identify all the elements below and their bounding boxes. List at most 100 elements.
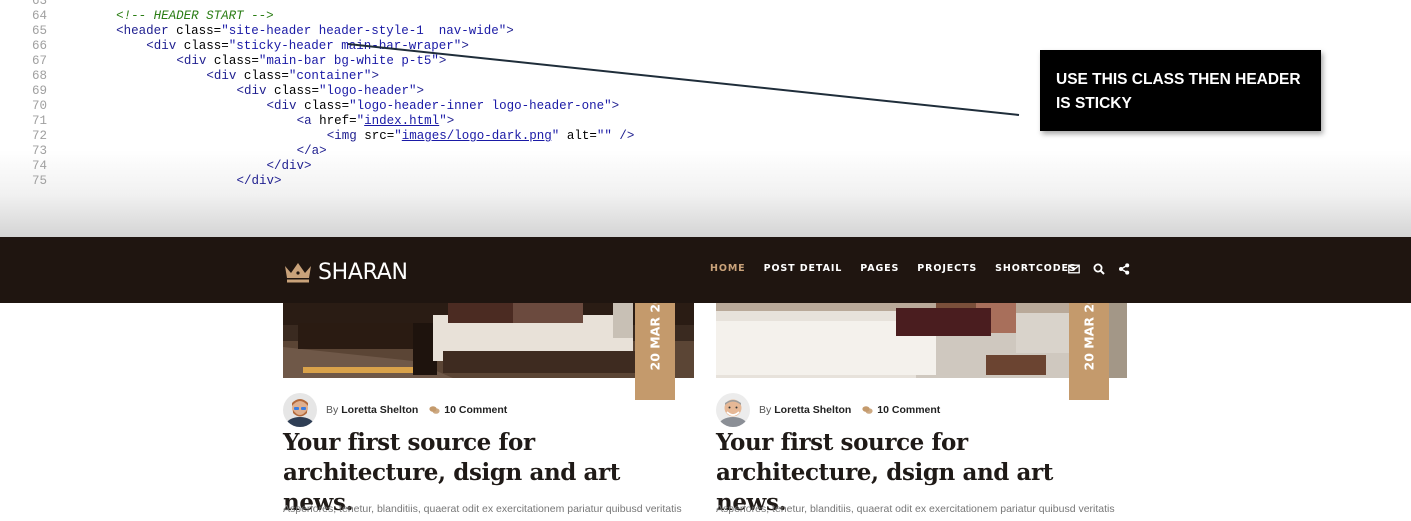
line-number: 64 [31, 9, 47, 23]
post-meta: By Loretta Shelton 10 Comment [283, 392, 507, 428]
code-text: <div class="main-bar bg-white p-t5"> [176, 54, 446, 69]
code-token: <div [206, 69, 244, 83]
code-text: </div> [267, 159, 312, 174]
line-number: 68 [31, 69, 47, 83]
crown-icon [285, 263, 311, 283]
code-token: > [416, 84, 425, 98]
code-token: <div [266, 99, 305, 113]
code-line: 67 <div class="main-bar bg-white p-t5"> [0, 54, 1000, 69]
by-label: By [759, 404, 772, 416]
nav-item-home[interactable]: HOME [710, 263, 746, 274]
code-token: "logo-header-inner logo-header-one" [349, 99, 612, 113]
code-token: "" [596, 129, 612, 143]
post-image[interactable] [283, 303, 694, 378]
code-line: 71 <a href="index.html"> [0, 114, 1000, 129]
code-line: 74 </div> [0, 159, 1000, 174]
code-line: 69 <div class="logo-header"> [0, 84, 1000, 99]
code-token: </div> [266, 159, 312, 173]
avatar[interactable] [716, 393, 750, 427]
code-token: "logo-header" [319, 84, 417, 98]
logo-text: SHARAN [318, 259, 408, 285]
nav-item-pages[interactable]: PAGES [860, 263, 899, 274]
code-token: src= [364, 129, 395, 143]
code-token: "site-header header-style-1 nav-wide" [221, 24, 507, 38]
post-excerpt: Asperiores, tenetur, blanditiis, quaerat… [716, 503, 1115, 515]
code-token: <div [236, 84, 274, 98]
post-excerpt: Asperiores, tenetur, blanditiis, quaerat… [283, 503, 682, 515]
site-logo[interactable]: SHARAN [283, 258, 408, 286]
code-text: <!-- HEADER START --> [116, 9, 274, 24]
code-token: > [446, 114, 455, 128]
nav-item-post-detail[interactable]: POST DETAIL [764, 263, 843, 274]
post-meta: By Loretta Shelton 10 Comment [716, 392, 940, 428]
comment-icon [862, 406, 873, 414]
code-token: "container" [288, 69, 372, 83]
code-token: class= [243, 69, 289, 83]
code-token: </div> [236, 174, 282, 188]
line-number: 66 [31, 39, 47, 53]
code-line: 65 <header class="site-header header-styl… [0, 24, 1000, 39]
author-name[interactable]: Loretta Shelton [341, 404, 418, 416]
code-line: 68 <div class="container"> [0, 69, 1000, 84]
code-token: href= [319, 114, 357, 128]
share-icon[interactable] [1118, 263, 1130, 275]
callout-text: USE THIS CLASS THEN HEADER IS STICKY [1056, 71, 1301, 112]
author-name[interactable]: Loretta Shelton [774, 404, 851, 416]
envelope-icon[interactable] [1068, 263, 1080, 275]
code-token: " [394, 129, 402, 143]
line-number: 74 [31, 159, 47, 173]
code-token: class= [213, 54, 259, 68]
code-token: > [461, 39, 469, 53]
code-line: 66 <div class="sticky-header main-bar-wra… [0, 39, 1000, 54]
callout-box: USE THIS CLASS THEN HEADER IS STICKY [1040, 50, 1321, 131]
code-token: "sticky-header main-bar-wraper" [228, 39, 462, 53]
comment-count[interactable]: 10 Comment [877, 404, 940, 416]
line-number: 63 [31, 0, 47, 8]
main-nav: HOME POST DETAIL PAGES PROJECTS SHORTCOD… [710, 263, 1095, 274]
line-number: 65 [31, 24, 47, 38]
nav-item-projects[interactable]: PROJECTS [917, 263, 977, 274]
code-line: 70 <div class="logo-header-inner logo-hea… [0, 99, 1000, 114]
code-token: class= [176, 24, 222, 38]
code-token: > [611, 99, 620, 113]
post-card: 20 MAR 201 By Loretta Shelton 10 Comment… [283, 287, 694, 521]
code-token: <div [146, 39, 184, 53]
code-token: > [438, 54, 447, 68]
code-token: <header [116, 24, 177, 38]
code-text: </a> [297, 144, 327, 159]
line-number: 72 [31, 129, 47, 143]
code-token: <div [176, 54, 214, 68]
comment-count[interactable]: 10 Comment [444, 404, 507, 416]
code-token: <img [326, 129, 365, 143]
bedroom-image [283, 303, 694, 378]
code-token: class= [273, 84, 319, 98]
code-text: <div class="logo-header-inner logo-heade… [267, 99, 620, 114]
code-text: <div class="sticky-header main-bar-wrape… [146, 39, 469, 54]
code-token[interactable]: images/logo-dark.png [402, 129, 552, 143]
code-text: </div> [236, 174, 281, 189]
code-token: "main-bar bg-white p-t5" [258, 54, 439, 68]
avatar[interactable] [283, 393, 317, 427]
search-icon[interactable] [1093, 263, 1105, 275]
nav-item-shortcodes[interactable]: SHORTCODES [995, 263, 1077, 274]
code-token: /> [611, 129, 635, 143]
header-icons [1068, 263, 1143, 275]
code-line: 72 <img src="images/logo-dark.png" alt=""… [0, 129, 1000, 144]
code-token: class= [304, 99, 350, 113]
line-number: 67 [31, 54, 47, 68]
code-text: <a href="index.html"> [297, 114, 455, 129]
code-text: <img src="images/logo-dark.png" alt="" /… [327, 129, 635, 144]
post-card: 20 MAR 201 By Loretta Shelton 10 Comment… [716, 287, 1127, 521]
code-text: <header class="site-header header-style-… [116, 24, 514, 39]
code-token: > [506, 24, 514, 38]
code-token: " [439, 114, 447, 128]
code-line: 63 [0, 0, 1000, 9]
code-text: <div class="logo-header"> [236, 84, 424, 99]
line-number: 71 [31, 114, 47, 128]
code-token[interactable]: index.html [364, 114, 439, 128]
code-line: 75 </div> [0, 174, 1000, 189]
site-header: SHARAN HOME POST DETAIL PAGES PROJECTS S… [0, 237, 1411, 303]
line-number: 69 [31, 84, 47, 98]
comment-icon [429, 406, 440, 414]
post-image[interactable] [716, 303, 1127, 378]
